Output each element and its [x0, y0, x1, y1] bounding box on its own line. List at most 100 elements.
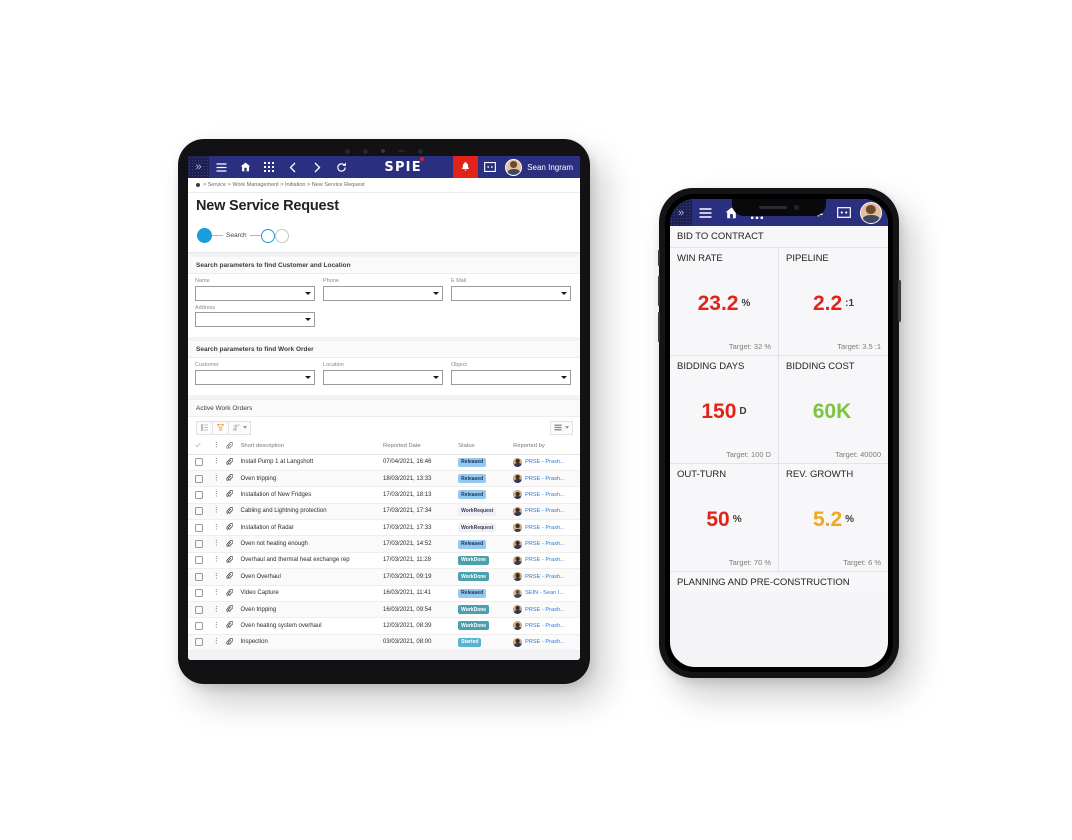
- cell-reported-by[interactable]: PRSE - Prash...: [511, 634, 580, 652]
- step-2[interactable]: [260, 228, 275, 243]
- row-actions-menu[interactable]: ⋮: [210, 535, 224, 553]
- step-1-active[interactable]: [197, 228, 212, 243]
- refresh-icon[interactable]: [329, 156, 353, 178]
- email-input[interactable]: [451, 285, 571, 301]
- table-row[interactable]: ⋮ Video Capture 16/03/2021, 11:41 Released S…: [188, 585, 580, 602]
- chevron-down-icon[interactable]: [305, 318, 311, 321]
- cell-reported-by[interactable]: PRSE - Prash...: [511, 486, 580, 504]
- location-input[interactable]: [323, 369, 443, 385]
- row-checkbox[interactable]: [188, 486, 211, 504]
- chevron-down-icon[interactable]: [565, 426, 569, 429]
- kpi-tile[interactable]: OUT-TURN 50% Target: 70 %: [670, 464, 779, 572]
- table-row[interactable]: ⋮ Oven heating system overhaul 12/03/2021,…: [188, 617, 580, 635]
- table-row[interactable]: ⋮ Overhaul and thermal heat exchange rep 1…: [188, 552, 580, 570]
- row-actions-menu[interactable]: ⋮: [210, 552, 224, 570]
- row-checkbox[interactable]: [188, 454, 211, 471]
- row-checkbox[interactable]: [188, 519, 211, 537]
- row-actions-menu[interactable]: ⋮: [210, 601, 224, 619]
- cell-reported-by[interactable]: PRSE - Prash...: [511, 568, 580, 586]
- column-reported-by[interactable]: Reported by: [511, 438, 580, 455]
- grid-apps-icon[interactable]: [257, 156, 281, 178]
- cell-reported-by[interactable]: PRSE - Prash...: [511, 503, 580, 521]
- table-row[interactable]: ⋮ Inspection 03/03/2021, 08:00 Started PRSE …: [188, 634, 580, 652]
- row-checkbox[interactable]: [188, 503, 211, 521]
- address-input[interactable]: [195, 312, 315, 327]
- chevron-down-icon[interactable]: [561, 375, 567, 379]
- cell-short-description[interactable]: Oven tripping: [238, 601, 382, 619]
- table-row[interactable]: ⋮ Oven not heating enough 17/03/2021, 14:5…: [188, 535, 580, 553]
- cell-short-description[interactable]: Inspection: [238, 634, 382, 652]
- row-actions-menu[interactable]: ⋮: [210, 486, 224, 504]
- row-actions-menu[interactable]: ⋮: [210, 568, 224, 586]
- row-checkbox[interactable]: [188, 585, 211, 602]
- attachment-icon[interactable]: [223, 454, 239, 471]
- row-actions-menu[interactable]: ⋮: [210, 617, 224, 635]
- user-profile[interactable]: Sean Ingram: [502, 158, 580, 176]
- attachment-icon[interactable]: [223, 568, 239, 586]
- chevron-left-icon[interactable]: [281, 156, 305, 178]
- cell-reported-by[interactable]: PRSE - Prash...: [511, 519, 580, 537]
- bell-notification-icon[interactable]: [453, 156, 479, 178]
- row-actions-menu[interactable]: ⋮: [210, 503, 224, 521]
- table-row[interactable]: ⋮ Install Pump 1 at Langshott 07/04/2021, …: [188, 454, 580, 471]
- cell-short-description[interactable]: Oven tripping: [238, 470, 382, 488]
- cell-reported-by[interactable]: SEIN - Sean I...: [511, 585, 580, 602]
- column-reported-date[interactable]: Reported Date: [381, 438, 457, 455]
- kpi-tile[interactable]: BIDDING DAYS 150 D Target: 100 D: [670, 356, 779, 464]
- row-actions-menu[interactable]: ⋮: [210, 634, 224, 652]
- row-checkbox[interactable]: [188, 552, 211, 570]
- chevron-double-right-icon[interactable]: »: [670, 199, 692, 226]
- cell-reported-by[interactable]: PRSE - Prash...: [511, 454, 580, 471]
- kpi-tile[interactable]: REV. GROWTH 5.2% Target: 6 %: [779, 464, 888, 572]
- cell-short-description[interactable]: Cabling and Lightning protection: [238, 503, 382, 521]
- customer-input[interactable]: [195, 369, 315, 385]
- chevron-down-icon[interactable]: [305, 291, 311, 295]
- row-checkbox[interactable]: [188, 568, 211, 586]
- cell-reported-by[interactable]: PRSE - Prash...: [511, 552, 580, 570]
- cell-short-description[interactable]: Install Pump 1 at Langshott: [238, 454, 382, 471]
- row-actions-menu[interactable]: ⋮: [210, 454, 224, 471]
- list-view-icon[interactable]: [196, 420, 213, 435]
- cell-short-description[interactable]: Oven Overhaul: [238, 568, 382, 586]
- cell-reported-by[interactable]: PRSE - Prash...: [511, 617, 580, 635]
- table-row[interactable]: ⋮ Oven tripping 16/03/2021, 09:54 WorkDone P…: [188, 601, 580, 619]
- avatar[interactable]: [860, 201, 882, 224]
- cell-short-description[interactable]: Installation of New Fridges: [238, 486, 382, 504]
- attachment-icon[interactable]: [223, 519, 239, 537]
- home-icon[interactable]: [233, 156, 257, 178]
- attachment-icon[interactable]: [223, 601, 239, 619]
- cell-reported-by[interactable]: PRSE - Prash...: [511, 470, 580, 488]
- attachment-icon[interactable]: [223, 503, 239, 521]
- chevron-down-icon[interactable]: [242, 426, 247, 429]
- chevron-down-icon[interactable]: [433, 375, 439, 379]
- row-actions-menu[interactable]: ⋮: [210, 470, 224, 488]
- step-3[interactable]: [274, 228, 289, 243]
- chevron-double-right-icon[interactable]: »: [188, 156, 209, 178]
- row-actions-menu[interactable]: ⋮: [210, 585, 224, 602]
- attachment-icon[interactable]: [223, 486, 239, 504]
- hamburger-menu-icon[interactable]: [209, 156, 233, 178]
- row-actions-menu[interactable]: ⋮: [210, 519, 224, 537]
- column-select-all[interactable]: [188, 438, 211, 455]
- chevron-down-icon[interactable]: [433, 291, 439, 295]
- name-input[interactable]: [195, 285, 315, 301]
- object-input[interactable]: [451, 369, 571, 385]
- kpi-tile[interactable]: WIN RATE 23.2% Target: 32 %: [670, 248, 779, 356]
- table-row[interactable]: ⋮ Oven Overhaul 17/03/2021, 09:19 WorkDone P…: [188, 568, 580, 586]
- table-row[interactable]: ⋮ Cabling and Lightning protection 17/03/2…: [188, 503, 580, 521]
- attachment-icon[interactable]: [223, 585, 239, 602]
- cell-short-description[interactable]: Video Capture: [238, 585, 382, 602]
- cell-reported-by[interactable]: PRSE - Prash...: [511, 535, 580, 553]
- kpi-tile[interactable]: PIPELINE 2.2:1 Target: 3.5 :1: [779, 248, 888, 356]
- cell-short-description[interactable]: Overhaul and thermal heat exchange rep: [238, 552, 382, 570]
- message-icon[interactable]: [831, 199, 857, 226]
- message-icon[interactable]: [478, 156, 502, 178]
- chevron-right-icon[interactable]: [305, 156, 329, 178]
- column-status[interactable]: Status: [456, 438, 512, 455]
- cell-reported-by[interactable]: PRSE - Prash...: [511, 601, 580, 619]
- home-dot-icon[interactable]: [196, 183, 200, 187]
- row-checkbox[interactable]: [188, 634, 211, 652]
- attachment-icon[interactable]: [223, 552, 239, 570]
- phone-input[interactable]: [323, 285, 443, 301]
- row-checkbox[interactable]: [188, 535, 211, 553]
